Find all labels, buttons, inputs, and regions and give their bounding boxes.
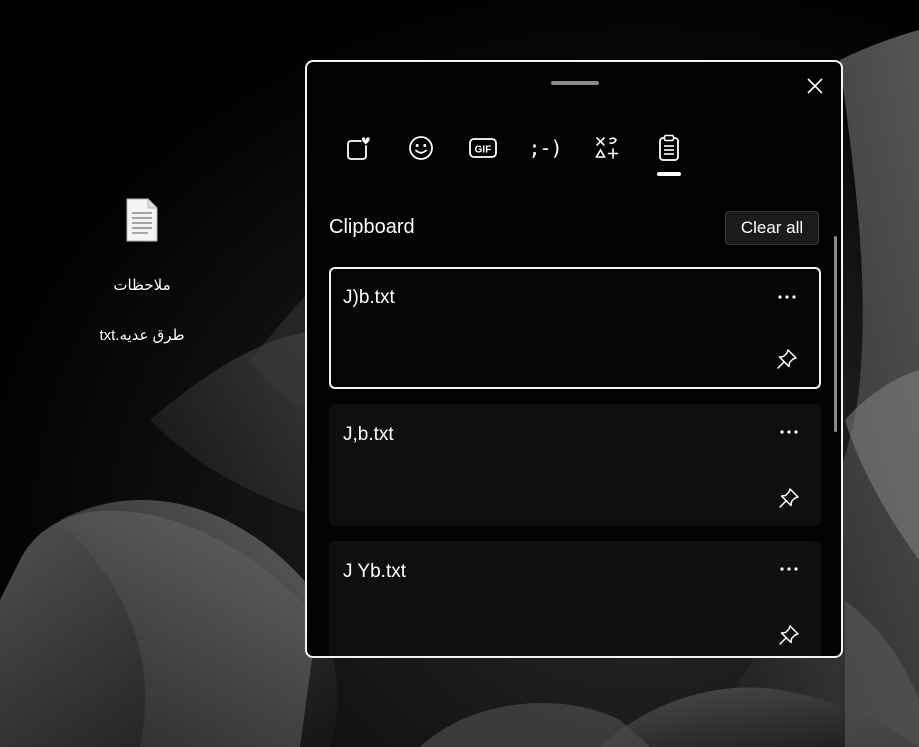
more-options-icon — [780, 567, 798, 571]
clipboard-item-text: J)b.txt — [343, 287, 395, 308]
text-file-icon — [126, 198, 158, 242]
section-title: Clipboard — [329, 216, 415, 238]
tab-emoji[interactable] — [399, 128, 443, 168]
clipboard-item-text: J,b.txt — [343, 424, 394, 445]
pin-button[interactable] — [777, 623, 801, 647]
clipboard-item-text: J Yb.txt — [343, 561, 407, 582]
more-options-button[interactable] — [775, 287, 799, 307]
kaomoji-icon: ;-) — [528, 136, 562, 160]
emoji-smiley-icon — [409, 136, 433, 160]
desktop: ملاحظات طرق عديه.txt GIF ;-) Clipboard C… — [0, 0, 919, 747]
clipboard-history-panel: GIF ;-) Clipboard Clear all J)b.txt J,b.… — [305, 60, 843, 658]
tab-gif[interactable]: GIF — [461, 128, 505, 168]
clipboard-item[interactable]: J Yb.txt — [329, 541, 821, 656]
tab-kaomoji[interactable]: ;-) — [523, 128, 567, 168]
pin-button[interactable] — [775, 347, 799, 371]
file-name-line-1: ملاحظات — [113, 277, 171, 294]
tab-clipboard[interactable] — [647, 128, 691, 176]
clipboard-item[interactable]: J)b.txt — [329, 267, 821, 389]
more-options-icon — [780, 430, 798, 434]
tab-favorites[interactable] — [337, 128, 381, 168]
desktop-file-label: ملاحظات طرق عديه.txt — [78, 248, 206, 373]
symbols-icon — [595, 137, 619, 159]
more-options-button[interactable] — [777, 559, 801, 579]
clear-all-button[interactable]: Clear all — [725, 211, 819, 245]
tab-symbols[interactable] — [585, 128, 629, 168]
desktop-file-shortcut[interactable]: ملاحظات طرق عديه.txt — [78, 198, 206, 373]
pin-icon — [777, 349, 797, 369]
drag-handle[interactable] — [551, 81, 599, 85]
clipboard-item[interactable]: J,b.txt — [329, 404, 821, 526]
close-button[interactable] — [799, 70, 831, 102]
selected-tab-indicator — [657, 172, 681, 176]
scrollbar[interactable] — [834, 236, 837, 432]
more-options-icon — [778, 295, 796, 299]
gif-icon: GIF — [469, 138, 497, 158]
pin-button[interactable] — [777, 486, 801, 510]
more-options-button[interactable] — [777, 422, 801, 442]
close-icon — [807, 78, 823, 94]
pin-icon — [779, 625, 799, 645]
favorites-heart-icon — [347, 136, 371, 160]
gif-icon-label: GIF — [475, 145, 492, 156]
file-name-line-2: طرق عديه.txt — [99, 327, 185, 344]
clipboard-icon — [659, 134, 679, 161]
pin-icon — [779, 488, 799, 508]
